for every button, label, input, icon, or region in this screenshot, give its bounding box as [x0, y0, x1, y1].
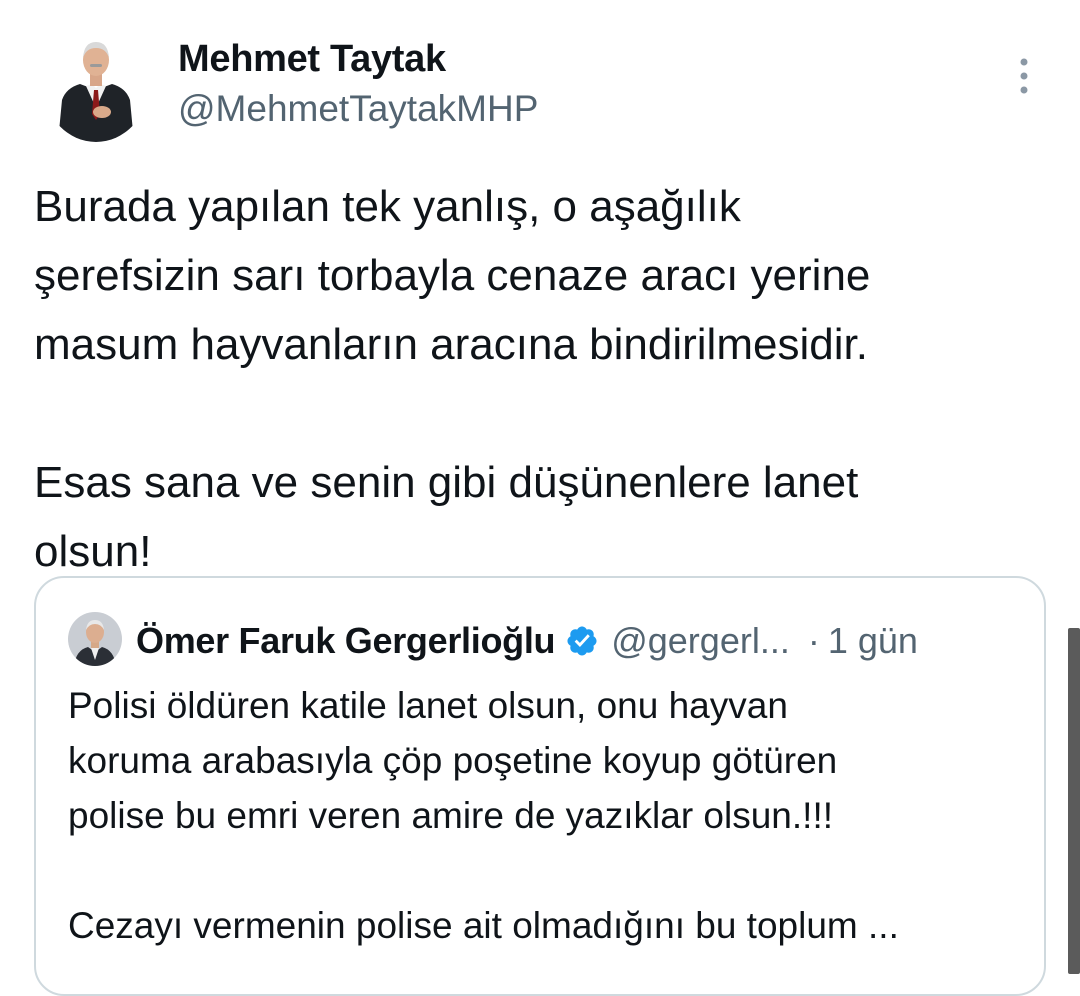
author-name[interactable]: Mehmet Taytak [178, 38, 446, 81]
more-options-button[interactable] [1008, 52, 1040, 100]
quoted-tweet-time[interactable]: 1 gün [828, 620, 918, 662]
author-handle[interactable]: @MehmetTaytakMHP [178, 88, 538, 130]
user-avatar-icon [44, 30, 148, 142]
quoted-tweet-text: Polisi öldüren katile lanet olsun, onu h… [68, 678, 1028, 953]
quoted-text-line: Polisi öldüren katile lanet olsun, onu h… [68, 685, 788, 726]
separator-dot: · [807, 620, 820, 661]
tweet-text-line: Esas sana ve senin gibi düşünenlere lane… [34, 458, 859, 507]
quoted-author-handle[interactable]: @gergerl... [611, 620, 790, 662]
author-avatar[interactable] [44, 30, 148, 142]
quoted-text-line: polise bu emri veren amire de yazıklar o… [68, 795, 834, 836]
tweet-text-line: masum hayvanların aracına bindirilmesidi… [34, 320, 868, 369]
quoted-text-line: koruma arabasıyla çöp poşetine koyup göt… [68, 740, 838, 781]
tweet-text-spacer [34, 379, 1054, 448]
more-vertical-icon [1020, 58, 1028, 94]
quoted-author-avatar[interactable] [68, 612, 122, 666]
quoted-text-line: Cezayı vermenin polise ait olmadığını bu… [68, 905, 899, 946]
quoted-tweet-card[interactable]: Ömer Faruk Gergerlioğlu @gergerl... · 1 … [34, 576, 1046, 996]
quoted-author-name[interactable]: Ömer Faruk Gergerlioğlu [136, 620, 556, 662]
quoted-tweet-header: Ömer Faruk Gergerlioğlu @gergerl... · 1 … [136, 616, 918, 666]
scrollbar[interactable] [1068, 628, 1080, 974]
tweet-text: Burada yapılan tek yanlış, o aşağılık şe… [34, 172, 1054, 586]
quoted-text-spacer [68, 843, 1028, 898]
verified-badge-icon [567, 626, 597, 656]
tweet-text-line: şerefsizin sarı torbayla cenaze aracı ye… [34, 251, 871, 300]
tweet-text-line: Burada yapılan tek yanlış, o aşağılık [34, 182, 741, 231]
user-avatar-icon [68, 612, 122, 666]
